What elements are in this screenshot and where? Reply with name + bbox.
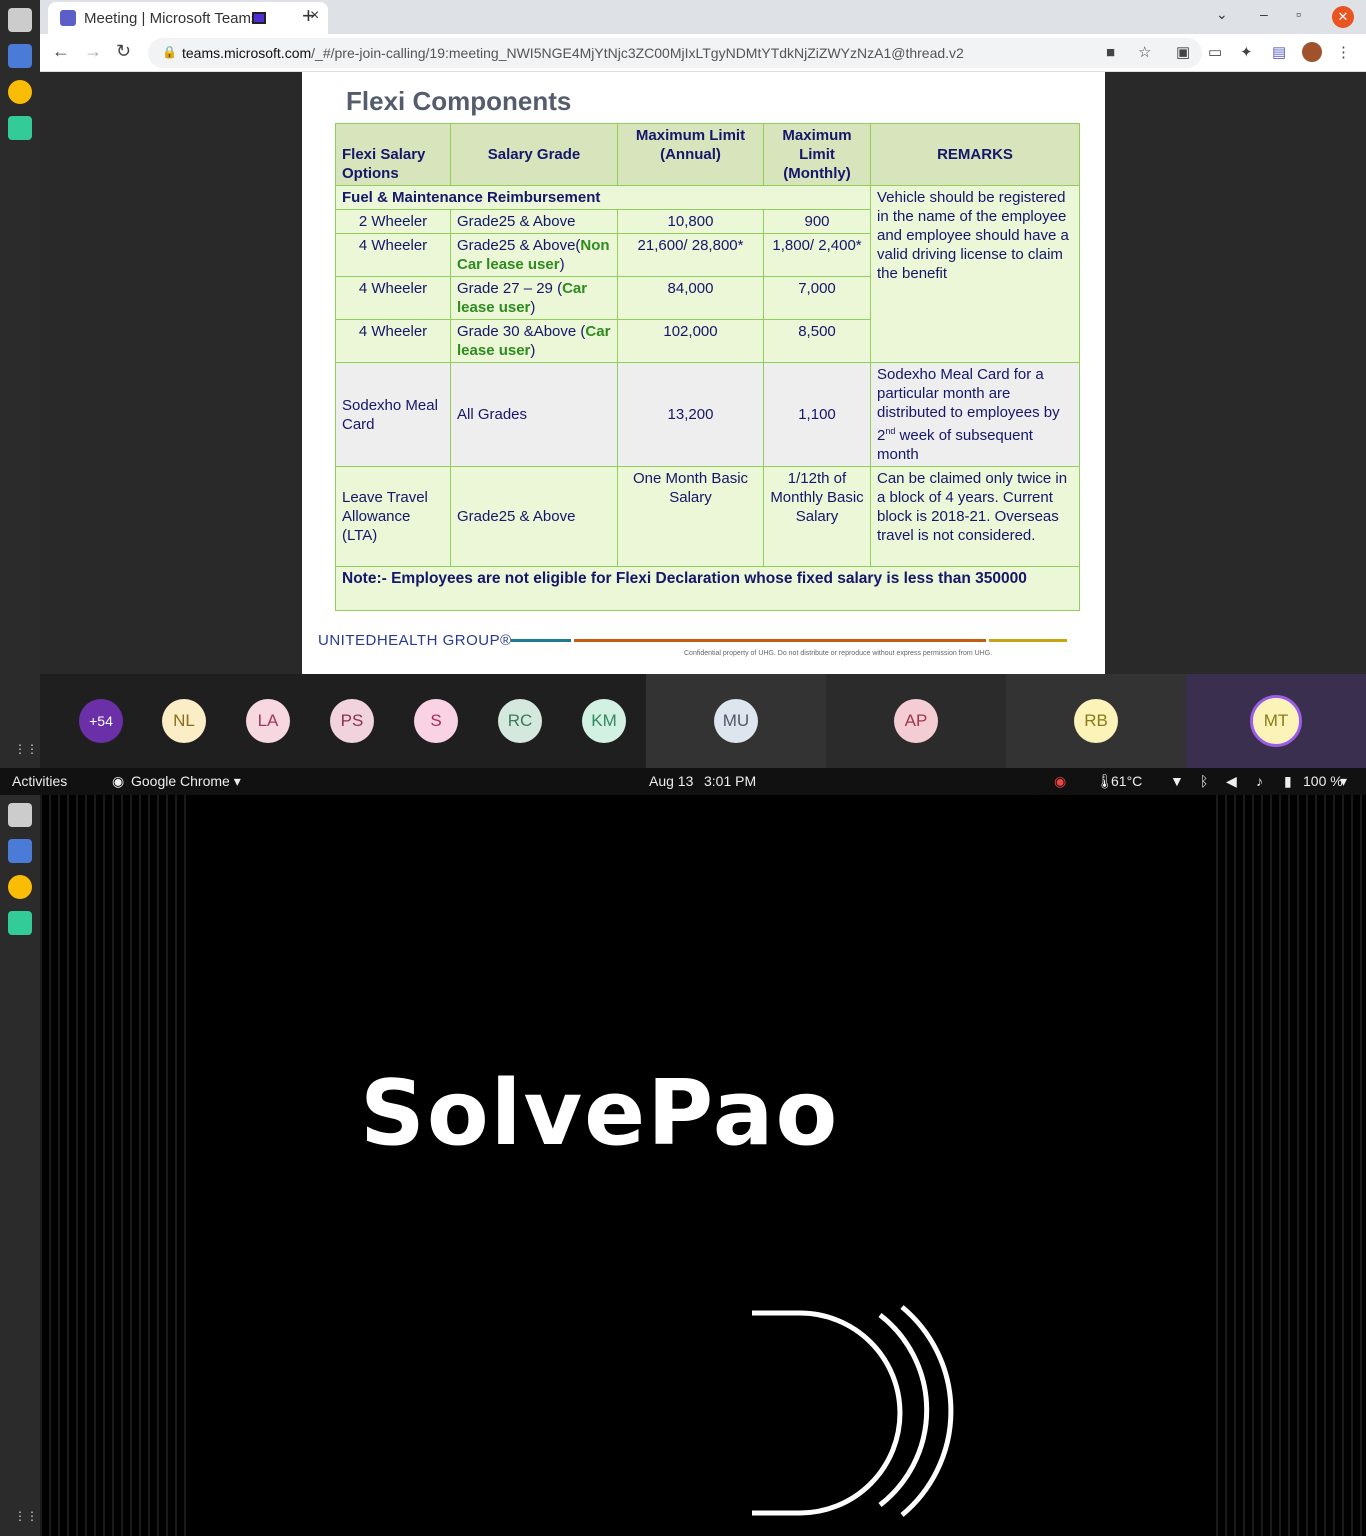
header-remarks: REMARKS (870, 123, 1080, 186)
minimize-button[interactable]: – (1260, 6, 1268, 22)
participant-tile[interactable]: RB (1006, 674, 1186, 768)
restore-button[interactable]: ▫ (1296, 6, 1301, 22)
avatar: AP (894, 699, 938, 743)
recording-icon (252, 12, 266, 24)
table-row: Leave Travel Allowance (LTA) Grade25 & A… (335, 466, 1080, 567)
system-top-bar: Activities ◉ Google Chrome ▾ Aug 13 3:01… (0, 768, 1366, 795)
divider (511, 639, 571, 642)
slide-title: Flexi Components (346, 86, 572, 116)
profile-avatar[interactable] (1302, 42, 1322, 62)
url-text: teams.microsoft.com/_#/pre-join-calling/… (182, 45, 964, 61)
participant-tile[interactable]: AP (826, 674, 1006, 768)
header-monthly: Maximum Limit (Monthly) (763, 123, 871, 186)
solvepao-logo: SolvePao (360, 1061, 840, 1166)
chrome-icon: ◉ (112, 773, 125, 789)
avatar[interactable]: LA (246, 699, 290, 743)
avatar: MT (1250, 695, 1302, 747)
slide: Flexi Components Flexi Salary Options Sa… (302, 72, 1105, 674)
bluetooth-icon[interactable]: ᛒ (1200, 773, 1208, 789)
lock-icon: 🔒 (162, 45, 177, 59)
divider (989, 639, 1067, 642)
app-menu[interactable]: Google Chrome ▾ (131, 773, 241, 790)
confidential-note: Confidential property of UHG. Do not dis… (684, 650, 993, 657)
system-menu-icon[interactable]: ▾ (1340, 773, 1347, 790)
avatar: MU (714, 699, 758, 743)
participant-tile-speaking[interactable]: MT (1186, 674, 1366, 768)
menu-icon[interactable]: ⋮ (1336, 43, 1351, 61)
splash-screen: SolvePao (0, 795, 1366, 1536)
puzzle-icon[interactable]: ✦ (1240, 43, 1253, 61)
fuel-remark: Vehicle should be registered in the name… (870, 185, 1080, 363)
avatar[interactable]: PS (330, 699, 374, 743)
address-bar[interactable]: 🔒 teams.microsoft.com/_#/pre-join-callin… (148, 38, 1202, 68)
header-options: Flexi Salary Options (335, 123, 451, 186)
new-tab-button[interactable]: + (302, 3, 315, 29)
wifi-icon[interactable]: ▼ (1170, 773, 1184, 789)
meal-remark: Sodexho Meal Card for a particular month… (870, 362, 1080, 467)
uhg-logo: UNITEDHEALTH GROUP® (318, 632, 512, 649)
notification-icon[interactable]: ◉ (1054, 773, 1066, 790)
header-annual: Maximum Limit (Annual) (617, 123, 764, 186)
avatar[interactable]: KM (582, 699, 626, 743)
participant-tile[interactable]: MU (646, 674, 826, 768)
back-icon[interactable]: ← (52, 41, 70, 62)
date-label[interactable]: Aug 13 (649, 773, 693, 789)
note-text: Note:- Employees are not eligible for Fl… (335, 566, 1080, 611)
participant-strip: +54 NL LA PS S RC KM MU AP RB MT (40, 674, 1366, 768)
overflow-participants[interactable]: +54 (79, 699, 123, 743)
tab-teams[interactable]: Meeting | Microsoft Teams × (48, 2, 328, 34)
reload-icon[interactable]: ↻ (116, 41, 131, 62)
tab-bar: Meeting | Microsoft Teams × + ⌄ – ▫ ✕ (40, 0, 1366, 34)
browser-toolbar: ← → ↻ 🔒 teams.microsoft.com/_#/pre-join-… (40, 34, 1366, 72)
bookmark-star-icon[interactable]: ☆ (1138, 43, 1151, 61)
battery-icon[interactable]: ▮ (1284, 773, 1292, 790)
avatar[interactable]: NL (162, 699, 206, 743)
divider (574, 639, 986, 642)
shared-screen: Flexi Components Flexi Salary Options Sa… (40, 72, 1366, 674)
temperature: 61°C (1111, 773, 1143, 789)
clock[interactable]: 3:01 PM (704, 773, 756, 789)
dock: ⋮⋮ (0, 0, 40, 768)
avatar[interactable]: S (414, 699, 458, 743)
header-grade: Salary Grade (450, 123, 618, 186)
chrome-icon[interactable] (8, 80, 32, 104)
avatar: RB (1074, 699, 1118, 743)
flexi-table: Flexi Salary Options Salary Grade Maximu… (335, 123, 1080, 611)
close-window-button[interactable]: ✕ (1332, 6, 1354, 28)
activities-button[interactable]: Activities (12, 773, 67, 789)
picture-in-picture-icon[interactable]: ▭ (1208, 43, 1222, 61)
table-row: Sodexho Meal Card All Grades 13,200 1,10… (335, 362, 1080, 467)
tab-search-icon[interactable]: ⌄ (1216, 6, 1228, 23)
app-grid-icon[interactable]: ⋮⋮ (14, 742, 38, 756)
files-icon[interactable] (8, 8, 32, 32)
calculator-icon[interactable] (8, 44, 32, 68)
screen-share-icon[interactable] (8, 116, 32, 140)
battery-level: 100 % (1303, 773, 1343, 789)
avatar[interactable]: RC (498, 699, 542, 743)
camera-icon[interactable]: ■ (1106, 44, 1115, 61)
extension-icon[interactable]: ▣ (1176, 43, 1190, 61)
cast-icon[interactable]: ▤ (1272, 43, 1286, 61)
volume-icon[interactable]: ◀ (1226, 773, 1237, 790)
fuel-section-label: Fuel & Maintenance Reimbursement (335, 185, 871, 210)
sound-waves-icon (752, 1305, 954, 1517)
teams-icon (60, 10, 76, 26)
mic-icon[interactable]: ♪ (1256, 773, 1263, 789)
forward-icon[interactable]: → (84, 41, 102, 62)
